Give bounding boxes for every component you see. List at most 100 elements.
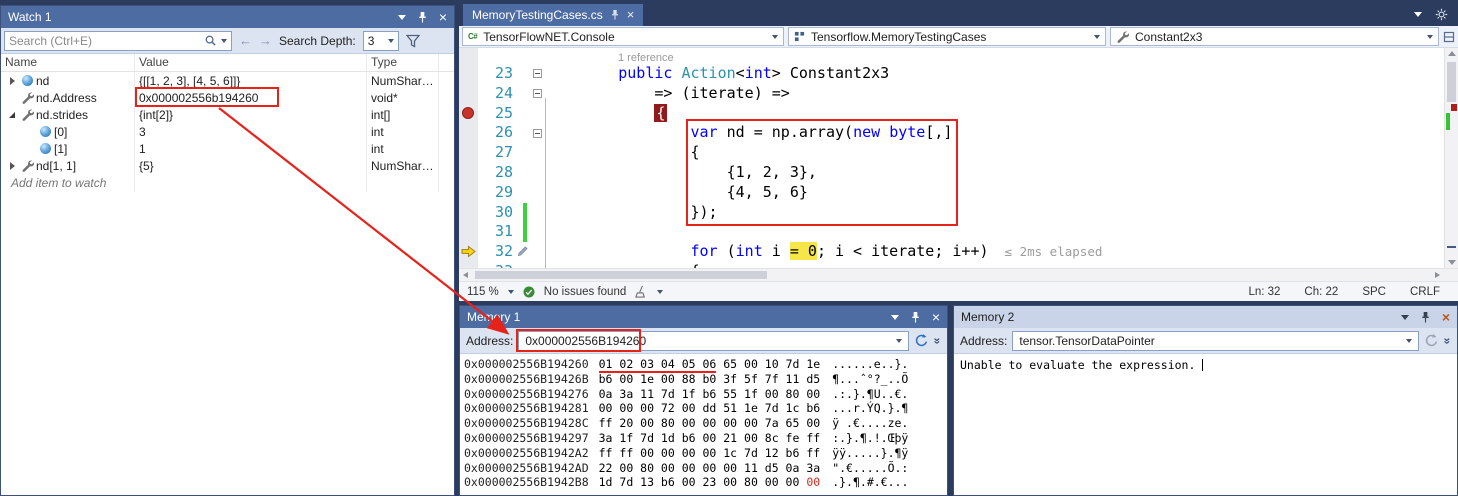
pin-icon[interactable] — [1420, 311, 1431, 324]
scroll-up-icon[interactable] — [1448, 51, 1456, 56]
code-text[interactable]: for (int i = 0; i < iterate; i++)≤ 2ms e… — [546, 242, 1444, 262]
memory2-titlebar[interactable]: Memory 2 × — [954, 306, 1457, 328]
code-text[interactable]: var nd = np.array(new byte[,] — [546, 123, 1444, 143]
zoom-level[interactable]: 115 % — [467, 286, 499, 298]
project-select[interactable]: C# TensorFlowNET.Console — [462, 27, 784, 46]
code-text[interactable]: => (iterate) => — [546, 84, 1444, 104]
column-header-name[interactable]: Name — [1, 54, 135, 71]
expander-collapsed-icon[interactable] — [5, 162, 19, 170]
status-eol[interactable]: CRLF — [1410, 286, 1440, 298]
watch-row[interactable]: nd{[[1, 2, 3], [4, 5, 6]]}NumShar… — [1, 72, 454, 89]
code-line[interactable]: 28 {1, 2, 3}, — [459, 163, 1444, 183]
open-files-dropdown-icon[interactable] — [1414, 12, 1422, 17]
line-glyph-margin[interactable] — [459, 203, 478, 223]
tab-memorytestingcases[interactable]: MemoryTestingCases.cs × — [463, 4, 643, 26]
search-depth-select[interactable]: 3 — [363, 31, 399, 51]
line-glyph-margin[interactable] — [459, 123, 478, 143]
status-spaces[interactable]: SPC — [1362, 286, 1386, 298]
tab-close-icon[interactable]: × — [627, 10, 635, 20]
close-icon[interactable]: × — [439, 11, 447, 23]
scroll-right-icon[interactable] — [1435, 272, 1440, 278]
code-line[interactable]: 27 { — [459, 143, 1444, 163]
search-icon[interactable] — [204, 34, 217, 47]
watch-value-cell[interactable]: 0x000002556b194260 — [135, 89, 367, 106]
code-line[interactable]: 26 var nd = np.array(new byte[,] — [459, 123, 1444, 143]
expander-collapsed-icon[interactable] — [5, 77, 19, 85]
memory-row[interactable]: 0x000002556B19426001 02 03 04 05 06 65 0… — [464, 357, 947, 372]
memory2-address-input[interactable]: tensor.TensorDataPointer — [1012, 331, 1419, 351]
line-glyph-margin[interactable] — [459, 222, 478, 242]
memory-row[interactable]: 0x000002556B1942A2ff ff 00 00 00 00 1c 7… — [464, 446, 947, 461]
code-line[interactable]: 32 for (int i = 0; i < iterate; i++)≤ 2m… — [459, 242, 1444, 262]
filter-icon[interactable] — [406, 34, 420, 48]
memory-row[interactable]: 0x000002556B19426Bb6 00 1e 00 88 b0 3f 5… — [464, 372, 947, 387]
window-position-icon[interactable] — [1401, 315, 1409, 320]
code-text[interactable]: { — [546, 143, 1444, 163]
hscroll-thumb[interactable] — [475, 271, 767, 279]
scroll-down-icon[interactable] — [1448, 260, 1456, 265]
search-input[interactable]: Search (Ctrl+E) — [4, 31, 232, 51]
code-line[interactable]: 33 { — [459, 262, 1444, 268]
memory-row[interactable]: 0x000002556B1942760a 3a 11 7d 1f b6 55 1… — [464, 387, 947, 402]
code-line[interactable]: 29 {4, 5, 6} — [459, 183, 1444, 203]
editor-hscrollbar[interactable] — [459, 268, 1458, 281]
watch-row[interactable]: nd.strides{int[2]}int[] — [1, 106, 454, 123]
window-position-icon[interactable] — [398, 15, 406, 20]
watch-value-cell[interactable]: 3 — [135, 123, 367, 140]
memory-row[interactable]: 0x000002556B1942AD22 00 80 00 00 00 00 1… — [464, 461, 947, 476]
memory1-hex-view[interactable]: 0x000002556B19426001 02 03 04 05 06 65 0… — [460, 354, 947, 495]
code-editor[interactable]: 1 reference23 public Action<int> Constan… — [459, 48, 1458, 268]
memory1-address-input[interactable]: 0x000002556B194260 — [518, 331, 909, 351]
watch-titlebar[interactable]: Watch 1 × — [1, 6, 454, 28]
line-glyph-margin[interactable] — [459, 262, 478, 268]
watch-value-cell[interactable]: {[[1, 2, 3], [4, 5, 6]]} — [135, 72, 367, 89]
code-line[interactable]: 25 { — [459, 104, 1444, 124]
code-line[interactable]: 30 }); — [459, 203, 1444, 223]
expander-expanded-icon[interactable] — [5, 112, 19, 118]
watch-add-item-row[interactable]: Add item to watch — [1, 174, 454, 191]
tab-pin-icon[interactable] — [610, 9, 620, 21]
collapse-region-icon[interactable] — [533, 129, 542, 138]
code-line[interactable]: 31 — [459, 222, 1444, 242]
chevron-down-icon[interactable] — [896, 339, 902, 343]
watch-row[interactable]: [0]3int — [1, 123, 454, 140]
code-text[interactable]: { — [546, 262, 1444, 268]
issues-status[interactable]: No issues found — [544, 286, 626, 298]
chevron-down-icon[interactable] — [1406, 339, 1412, 343]
watch-value-cell[interactable]: 1 — [135, 140, 367, 157]
scroll-left-icon[interactable] — [463, 272, 468, 278]
window-position-icon[interactable] — [891, 315, 899, 320]
pin-icon[interactable] — [417, 11, 428, 24]
code-cleanup-dropdown-icon[interactable] — [657, 290, 663, 294]
line-glyph-margin[interactable] — [459, 104, 478, 124]
search-next-icon[interactable]: → — [259, 33, 272, 48]
memory1-titlebar[interactable]: Memory 1 × — [460, 306, 947, 328]
memory2-message-view[interactable]: Unable to evaluate the expression. — [954, 354, 1457, 495]
code-text[interactable]: { — [546, 104, 1444, 124]
watch-row[interactable]: nd[1, 1]{5}NumShar… — [1, 157, 454, 174]
watch-value-cell[interactable] — [135, 174, 367, 191]
zoom-dropdown-icon[interactable] — [508, 290, 514, 294]
window-options-icon[interactable] — [1435, 8, 1448, 21]
pin-icon[interactable] — [910, 311, 921, 324]
code-text[interactable]: }); — [546, 203, 1444, 223]
line-glyph-margin[interactable] — [459, 242, 478, 262]
code-line[interactable]: 24 => (iterate) => — [459, 84, 1444, 104]
line-glyph-margin[interactable] — [459, 64, 478, 84]
search-prev-icon[interactable]: ← — [239, 33, 252, 48]
vscroll-thumb[interactable] — [1447, 62, 1456, 102]
watch-row[interactable]: nd.Address0x000002556b194260void* — [1, 89, 454, 106]
line-glyph-margin[interactable] — [459, 183, 478, 203]
code-line[interactable]: 23 public Action<int> Constant2x3 — [459, 64, 1444, 84]
code-text[interactable]: {1, 2, 3}, — [546, 163, 1444, 183]
toolbar-overflow-icon[interactable]: » — [931, 337, 945, 344]
editor-vscrollbar[interactable] — [1444, 48, 1458, 268]
memory-row[interactable]: 0x000002556B19428100 00 00 72 00 dd 51 1… — [464, 401, 947, 416]
type-select[interactable]: Tensorflow.MemoryTestingCases — [788, 27, 1106, 46]
collapse-region-icon[interactable] — [533, 69, 542, 78]
code-cleanup-icon[interactable] — [635, 285, 648, 298]
breakpoint-icon[interactable] — [462, 107, 474, 119]
toolbar-overflow-icon[interactable]: » — [1441, 337, 1455, 344]
code-text[interactable]: public Action<int> Constant2x3 — [546, 64, 1444, 84]
watch-value-cell[interactable]: {int[2]} — [135, 106, 367, 123]
